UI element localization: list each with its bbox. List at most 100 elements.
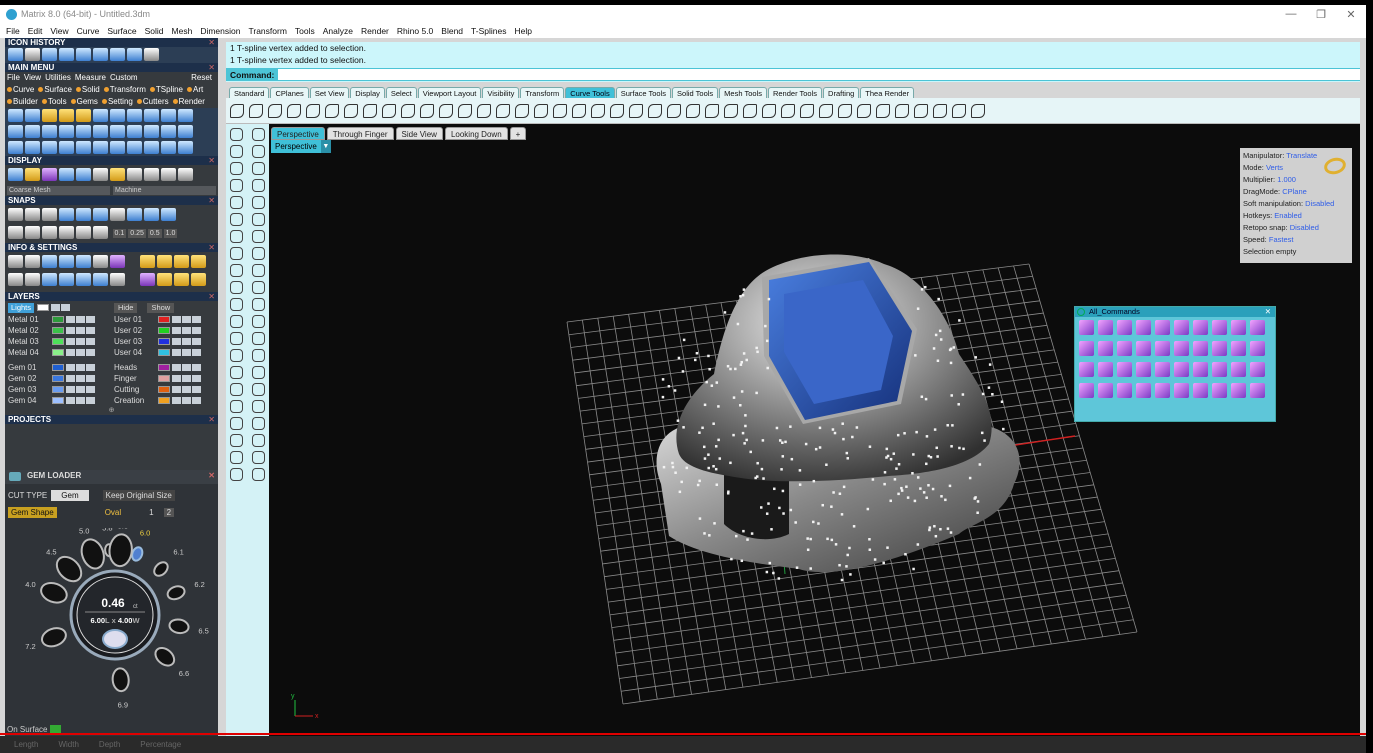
ring-model[interactable] [656, 254, 1020, 573]
layer-color-swatch[interactable] [52, 375, 64, 382]
history-tool-icon[interactable] [76, 48, 91, 61]
info-icon[interactable] [76, 273, 91, 286]
close-icon[interactable]: ✕ [208, 38, 215, 47]
tspline-vertex[interactable] [922, 491, 926, 494]
tspline-vertex[interactable] [744, 414, 747, 417]
tspline-vertex[interactable] [931, 487, 935, 491]
info-icon[interactable] [157, 255, 172, 268]
draw-tool-icon[interactable] [251, 417, 265, 430]
mm-art[interactable]: Art [187, 85, 203, 94]
layer-visibility-icon[interactable] [182, 327, 191, 334]
tspline-vertex[interactable] [987, 386, 991, 389]
command-icon[interactable] [1231, 341, 1246, 356]
info-icon[interactable] [140, 255, 155, 268]
gem-size-dial[interactable]: 5.8 6.0 6.1 6.2 6.5 6.6 6.9 7.2 4.0 4.5 5.0 5.3 0.46… [5, 528, 218, 728]
draw-tool-icon[interactable] [230, 264, 244, 277]
tspline-vertex[interactable] [755, 475, 759, 478]
tspline-vertex[interactable] [676, 419, 680, 422]
command-input[interactable] [278, 69, 1360, 80]
command-icon[interactable] [1136, 383, 1151, 398]
display-mode-icon[interactable] [93, 168, 108, 181]
tspline-vertex[interactable] [830, 505, 833, 508]
tspline-vertex[interactable] [937, 297, 940, 301]
tspline-vertex[interactable] [804, 442, 808, 446]
tool-icon[interactable] [42, 109, 57, 122]
layer-lock-icon[interactable] [172, 375, 181, 382]
command-icon[interactable] [1250, 320, 1265, 335]
tspline-vertex[interactable] [868, 548, 872, 551]
snap-icon[interactable] [25, 208, 40, 221]
layer-select-icon[interactable] [86, 327, 95, 334]
tspline-vertex[interactable] [746, 538, 749, 541]
close-icon[interactable]: ✕ [208, 156, 215, 165]
tspline-vertex[interactable] [916, 476, 920, 479]
tspline-vertex[interactable] [770, 528, 773, 531]
render-mode-select[interactable]: Machine [113, 186, 216, 195]
tspline-vertex[interactable] [892, 452, 896, 455]
layer-visibility-icon[interactable] [76, 386, 85, 393]
tspline-vertex[interactable] [773, 487, 776, 491]
close-icon[interactable]: ✕ [208, 196, 215, 205]
tspline-vertex[interactable] [767, 502, 770, 505]
tspline-vertex[interactable] [780, 468, 783, 471]
layer-select-icon[interactable] [192, 316, 201, 323]
tspline-vertex[interactable] [886, 454, 890, 458]
info-icon[interactable] [174, 255, 189, 268]
command-icon[interactable] [1193, 341, 1208, 356]
tspline-vertex[interactable] [781, 455, 785, 458]
tspline-vertex[interactable] [707, 453, 710, 456]
tspline-vertex[interactable] [734, 367, 737, 371]
draw-tool-icon[interactable] [230, 366, 244, 379]
tspline-vertex[interactable] [925, 496, 928, 499]
menu-render[interactable]: Render [361, 26, 389, 36]
tspline-vertex[interactable] [812, 479, 816, 483]
layer-lock-icon[interactable] [172, 327, 181, 334]
info-icon[interactable] [93, 255, 108, 268]
tspline-vertex[interactable] [968, 476, 972, 480]
tspline-vertex[interactable] [661, 378, 665, 381]
command-icon[interactable] [1193, 383, 1208, 398]
display-mode-icon[interactable] [144, 168, 159, 181]
snap-icon[interactable] [59, 208, 74, 221]
mm-render[interactable]: Render [172, 97, 205, 106]
tspline-vertex[interactable] [851, 435, 854, 439]
tspline-vertex[interactable] [950, 394, 953, 397]
tspline-vertex[interactable] [812, 520, 815, 524]
layer-row[interactable]: Metal 03 [8, 336, 111, 347]
tspline-vertex[interactable] [778, 439, 782, 442]
tspline-vertex[interactable] [911, 472, 914, 475]
menu-rhino5[interactable]: Rhino 5.0 [397, 26, 433, 36]
layer-lock-icon[interactable] [172, 397, 181, 404]
toolbar-tab-solid-tools[interactable]: Solid Tools [672, 87, 719, 98]
lights-mini-icon[interactable] [61, 304, 71, 311]
minimize-icon[interactable]: — [1276, 8, 1306, 21]
curve-tool-icon[interactable] [800, 103, 814, 118]
info-icon[interactable] [25, 273, 40, 286]
tspline-vertex[interactable] [765, 339, 769, 343]
tspline-vertex[interactable] [694, 358, 697, 362]
tspline-vertex[interactable] [707, 354, 710, 358]
tool-icon[interactable] [93, 125, 108, 138]
tool-icon[interactable] [8, 109, 23, 122]
draw-tool-icon[interactable] [251, 281, 265, 294]
tspline-vertex[interactable] [949, 361, 953, 365]
tspline-vertex[interactable] [708, 534, 711, 537]
tspline-vertex[interactable] [703, 457, 707, 460]
tspline-vertex[interactable] [925, 435, 929, 438]
tspline-vertex[interactable] [755, 391, 758, 395]
tspline-vertex[interactable] [740, 390, 744, 393]
command-icon[interactable] [1193, 320, 1208, 335]
mm-custom[interactable]: Custom [110, 73, 138, 82]
layer-select-icon[interactable] [86, 375, 95, 382]
mm-transform[interactable]: Transform [103, 85, 146, 94]
add-tab-icon[interactable]: + [509, 127, 526, 140]
mm-cutters[interactable]: Cutters [136, 97, 169, 106]
layer-color-swatch[interactable] [158, 327, 170, 334]
tspline-vertex[interactable] [915, 430, 918, 434]
menu-edit[interactable]: Edit [28, 26, 43, 36]
command-icon[interactable] [1212, 383, 1227, 398]
curve-tool-icon[interactable] [762, 103, 776, 118]
reset-button[interactable]: Reset [191, 73, 212, 83]
tspline-vertex[interactable] [920, 395, 924, 399]
layer-row[interactable]: Creation [114, 395, 217, 406]
